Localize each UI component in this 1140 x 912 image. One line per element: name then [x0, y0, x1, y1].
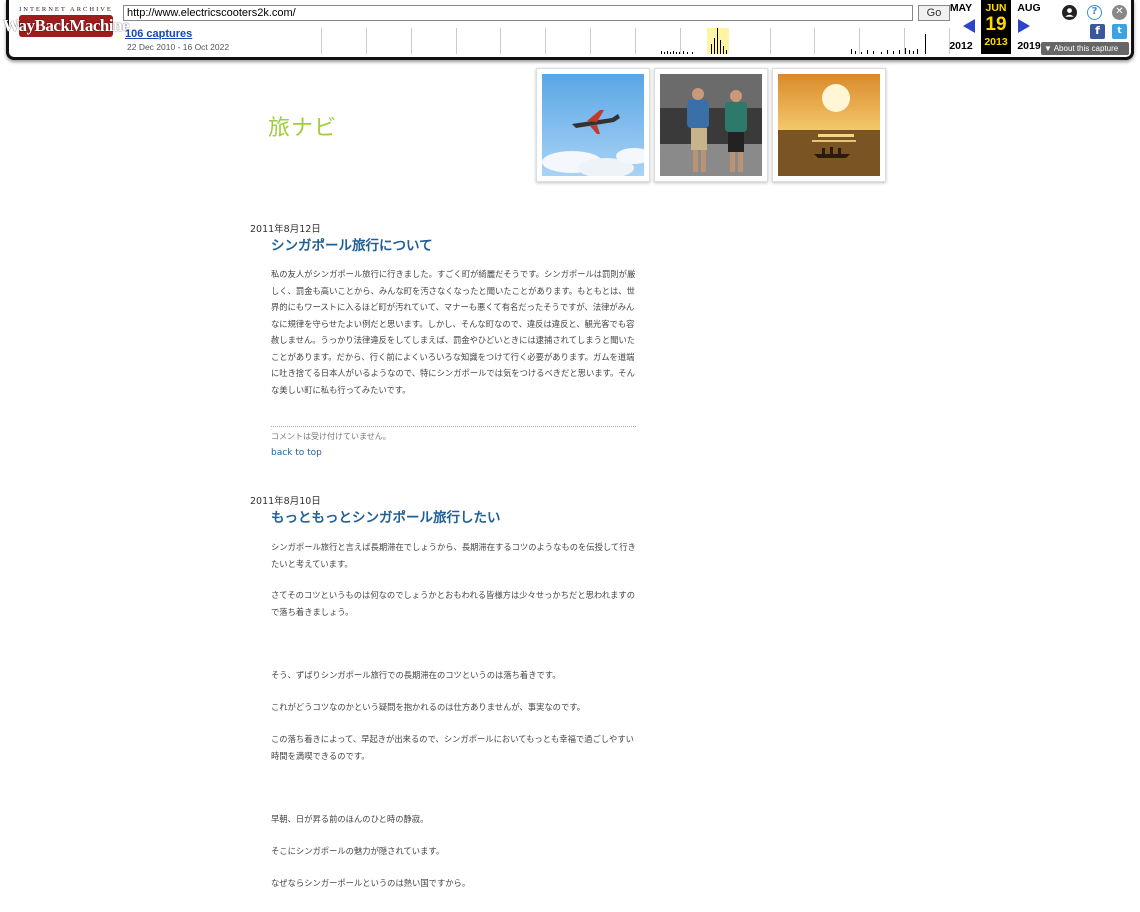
current-year: 2013: [984, 36, 1008, 48]
sparkline-capture-bar: [692, 52, 693, 54]
capture-sparkline[interactable]: [321, 28, 950, 54]
sparkline-capture-bar: [679, 52, 680, 54]
current-day: 19: [985, 14, 1007, 35]
post-body: 私の友人がシンガポール旅行に行きました。すごく町が綺麗だそうです。シンガポールは…: [271, 266, 636, 398]
next-arrow-icon[interactable]: [1018, 19, 1030, 33]
sparkline-capture-bar: [664, 52, 665, 54]
sparkline-year-separator: [500, 28, 501, 54]
wayback-logo[interactable]: INTERNET ARCHIVE WayBackMachine: [2, 6, 130, 37]
post-paragraph: さてそのコツというものは何なのでしょうかとおもわれる皆様方は少々せっかちだと思わ…: [271, 590, 635, 617]
sparkline-capture-bar: [667, 51, 668, 54]
post-date: 2011年8月12日: [250, 224, 321, 235]
post-paragraph: この落ち着きによって、早起きが出来るので、シンガポールにおいてもっとも幸福で過ご…: [271, 734, 634, 761]
sparkline-capture-bar: [909, 50, 910, 54]
sparkline-capture-bar: [670, 52, 671, 54]
current-month: JUN: [985, 2, 1007, 14]
site-title[interactable]: 旅ナビ: [268, 110, 337, 142]
sparkline-year-separator: [456, 28, 457, 54]
sparkline-capture-bar: [893, 51, 894, 54]
post-paragraph: 早朝、日が昇る前のほんのひと時の静寂。: [271, 814, 429, 824]
help-icon[interactable]: ?: [1087, 5, 1102, 20]
sparkline-capture-bar: [717, 28, 718, 54]
sparkline-year-separator: [635, 28, 636, 54]
account-icon[interactable]: [1062, 5, 1077, 20]
sparkline-year-separator: [680, 28, 681, 54]
sparkline-capture-bar: [861, 52, 862, 54]
sparkline-year-separator: [859, 28, 860, 54]
sparkline-year-separator: [770, 28, 771, 54]
wayback-logo-main: WayBackMachine: [2, 15, 130, 37]
next-month: AUG: [1017, 2, 1041, 14]
sparkline-capture-bar: [720, 40, 721, 54]
sparkline-capture-bar: [676, 52, 677, 54]
sparkline-capture-bar: [687, 52, 688, 54]
triangle-down-icon: ▼: [1044, 44, 1052, 53]
post-paragraph: なぜならシンガーポールというのは熱い国ですから。: [271, 878, 471, 888]
sparkline-capture-bar: [683, 51, 684, 54]
sparkline-capture-bar: [881, 52, 882, 54]
sparkline-capture-bar: [887, 50, 888, 54]
airplane-photo-icon: [542, 74, 644, 176]
sparkline-capture-bar: [851, 49, 852, 54]
back-to-top-link[interactable]: back to top: [271, 448, 322, 458]
thumbnail-sunset[interactable]: [772, 68, 886, 182]
post-paragraph: これがどうコツなのかという疑問を抱かれるのは仕方ありませんが、事実なのです。: [271, 702, 586, 712]
thumbnail-airplane[interactable]: [536, 68, 650, 182]
facebook-icon[interactable]: f: [1090, 24, 1105, 39]
post-paragraph: シンガポール旅行と言えば長期滞在でしょうから、長期滞在するコツのようなものを伝授…: [271, 542, 636, 569]
wayback-logo-top: INTERNET ARCHIVE: [19, 6, 113, 13]
post-paragraph: そう、ずばりシンガポール旅行での長期滞在のコツというのは落ち着きです。: [271, 670, 561, 680]
comment-note: コメントは受け付けていません。: [271, 426, 636, 442]
sparkline-capture-bar: [867, 50, 868, 54]
current-capture: JUN 19 2013: [981, 0, 1011, 54]
close-icon[interactable]: ✕: [1112, 5, 1127, 20]
post-title-link[interactable]: シンガポール旅行について: [271, 234, 433, 254]
sunset-sea-photo-svg: [778, 74, 880, 176]
sparkline-capture-bar: [673, 51, 674, 54]
sparkline-capture-bar: [905, 48, 906, 54]
thumbnail-backpackers[interactable]: [654, 68, 768, 182]
account-icon-svg: [1062, 5, 1077, 20]
sparkline-capture-bar: [917, 49, 918, 54]
sparkline-capture-bar: [913, 51, 914, 54]
post-paragraph: 私の友人がシンガポール旅行に行きました。すごく町が綺麗だそうです。シンガポールは…: [271, 269, 636, 395]
twitter-icon[interactable]: t: [1112, 24, 1127, 39]
wayback-toolbar: INTERNET ARCHIVE WayBackMachine http://w…: [2, 0, 1134, 60]
sunset-sea-photo-icon: [778, 74, 880, 176]
captures-link[interactable]: 106 captures: [125, 28, 192, 40]
backpackers-photo-svg: [660, 74, 762, 176]
backpackers-photo-icon: [660, 74, 762, 176]
next-capture[interactable]: AUG: [1012, 2, 1046, 14]
url-input[interactable]: http://www.electricscooters2k.com/: [123, 5, 913, 21]
prev-year-block[interactable]: 2012: [944, 40, 978, 52]
sparkline-capture-bar: [711, 44, 712, 54]
sparkline-capture-bar: [661, 51, 662, 54]
sparkline-capture-bar: [873, 51, 874, 54]
sparkline-capture-bar: [855, 51, 856, 54]
about-capture-label: About this capture: [1053, 44, 1119, 53]
capture-range: 22 Dec 2010 - 16 Oct 2022: [127, 42, 230, 52]
sparkline-year-separator: [366, 28, 367, 54]
about-capture-button[interactable]: ▼ About this capture: [1041, 42, 1129, 55]
post-date: 2011年8月10日: [250, 496, 321, 507]
sparkline-capture-bar: [714, 38, 715, 54]
prev-month: MAY: [949, 2, 973, 14]
post-title-link[interactable]: もっともっとシンガポール旅行したい: [271, 506, 501, 526]
airplane-photo-svg: [542, 74, 644, 176]
sparkline-capture-bar: [899, 50, 900, 54]
sparkline-capture-bar: [726, 50, 727, 54]
sparkline-year-separator: [590, 28, 591, 54]
sparkline-year-separator: [411, 28, 412, 54]
prev-year: 2012: [949, 40, 973, 52]
sparkline-capture-bar: [925, 34, 926, 54]
sparkline-capture-bar: [723, 46, 724, 54]
prev-arrow-icon[interactable]: [963, 19, 975, 33]
sparkline-year-separator: [814, 28, 815, 54]
prev-capture[interactable]: MAY: [944, 2, 978, 14]
sparkline-year-separator: [321, 28, 322, 54]
post-paragraph: そこにシンガポールの魅力が隠されています。: [271, 846, 445, 856]
sparkline-year-separator: [545, 28, 546, 54]
